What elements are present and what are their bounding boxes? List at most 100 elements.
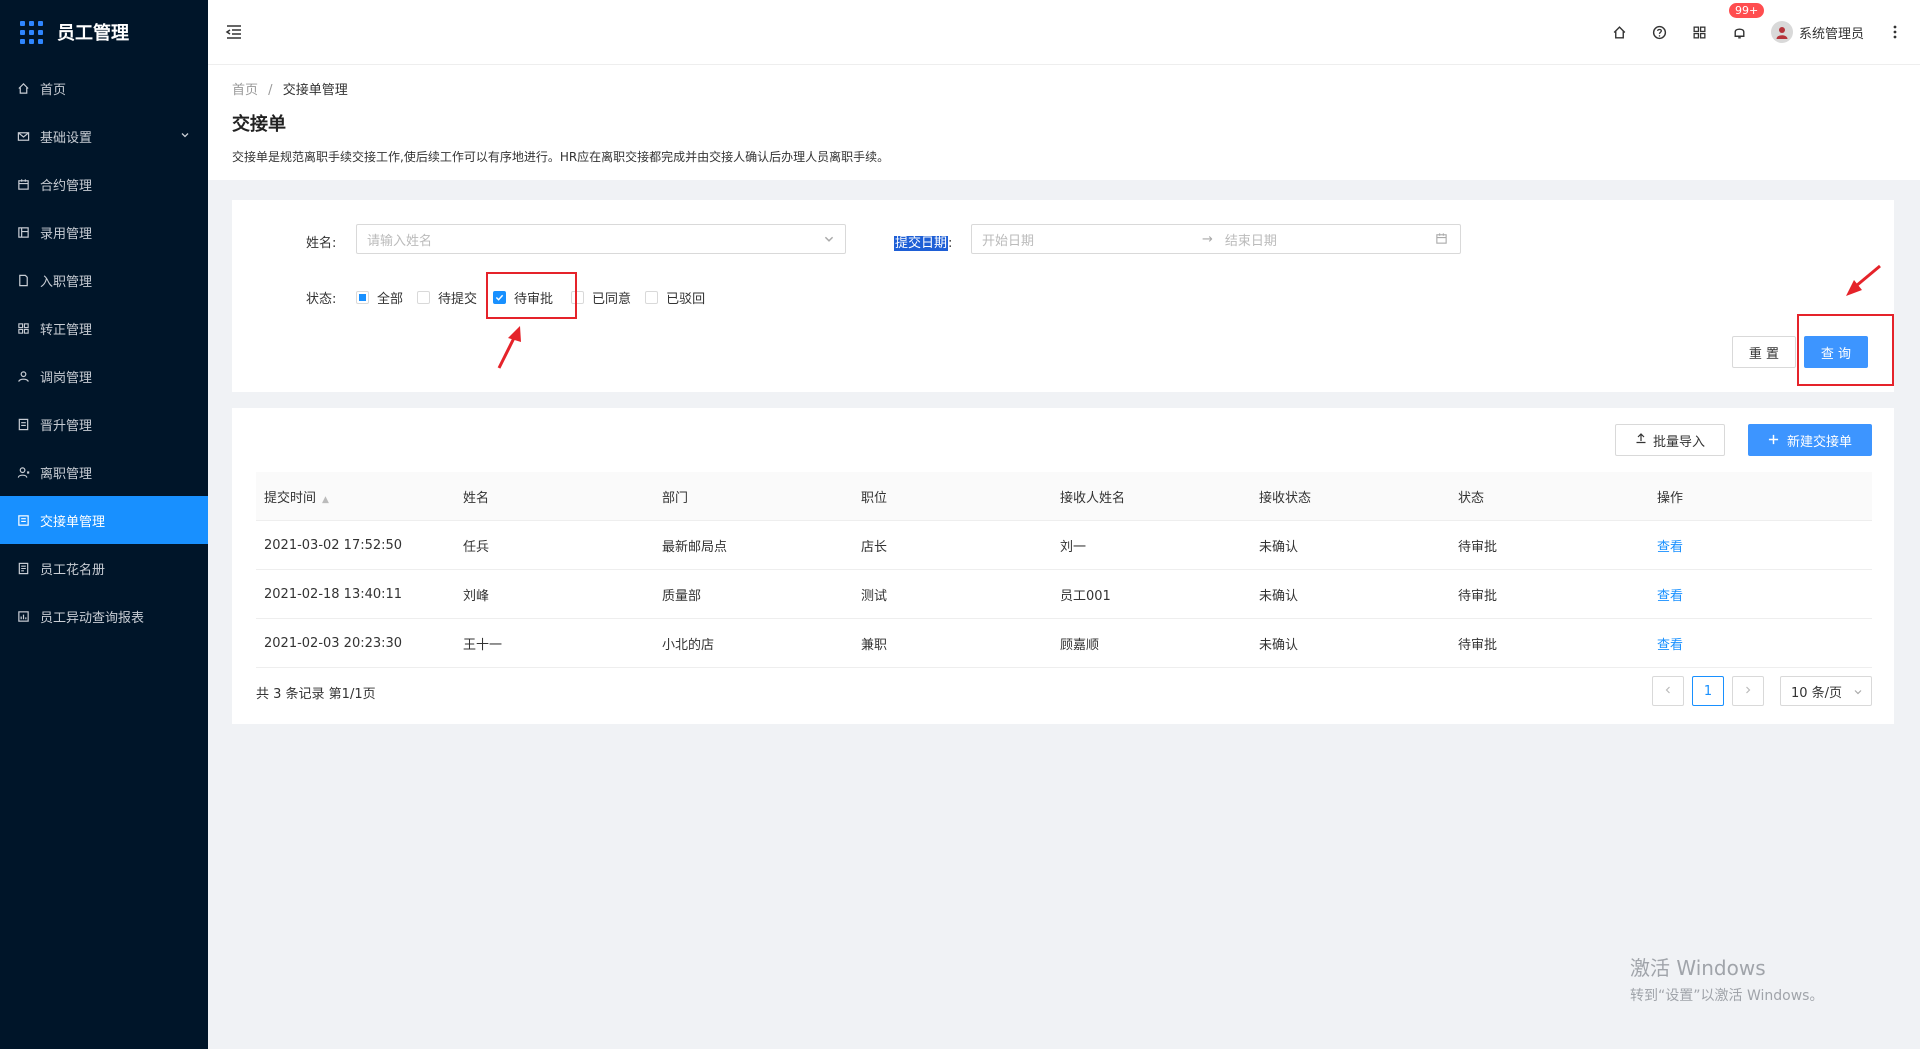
sidebar-item-transfer[interactable]: 调岗管理 — [0, 352, 208, 400]
date-arrow: → — [1202, 231, 1213, 247]
column-header-name: 姓名 — [455, 472, 654, 521]
windows-activation-watermark: 激活 Windows 转到“设置”以激活 Windows。 — [1630, 956, 1824, 1004]
grid-icon — [16, 321, 30, 335]
handover-list-panel: 批量导入 新建交接单 提交时间 ▲ 姓名 部门 职位 接收人姓名 接收状态 状态 … — [232, 408, 1894, 724]
table-row: 2021-02-03 20:23:30 王十一 小北的店 兼职 顾嘉顺 未确认 … — [256, 618, 1872, 668]
sidebar-item-contract[interactable]: 合约管理 — [0, 160, 208, 208]
user-icon — [16, 369, 30, 383]
date-range-picker[interactable]: 开始日期 → 结束日期 — [971, 224, 1461, 254]
sidebar-item-promotion[interactable]: 晋升管理 — [0, 400, 208, 448]
status-label: 状态: — [306, 292, 337, 307]
new-handover-button[interactable]: 新建交接单 — [1748, 424, 1872, 456]
notification-badge: 99+ — [1728, 3, 1765, 18]
column-header-receive-status: 接收状态 — [1251, 472, 1450, 521]
checkbox-empty-icon — [645, 291, 659, 304]
header-actions: 99+ 系统管理员 — [1611, 0, 1904, 64]
sidebar-item-resignation[interactable]: 离职管理 — [0, 448, 208, 496]
annotation-highlight-box — [486, 272, 577, 319]
annotation-arrow-icon — [497, 326, 521, 369]
checkbox-empty-icon — [417, 291, 431, 304]
chevron-down-icon — [823, 233, 835, 249]
column-header-status: 状态 — [1450, 472, 1649, 521]
sidebar-item-roster[interactable]: 员工花名册 — [0, 544, 208, 592]
upload-icon — [1635, 432, 1647, 448]
view-link[interactable]: 查看 — [1649, 569, 1872, 619]
user-leave-icon — [16, 465, 30, 479]
sidebar-item-basic-settings[interactable]: 基础设置 — [0, 112, 208, 160]
table-row: 2021-03-02 17:52:50 任兵 最新邮局点 店长 刘一 未确认 待… — [256, 520, 1872, 570]
sidebar-item-regularization[interactable]: 转正管理 — [0, 304, 208, 352]
annotation-arrow-icon — [1846, 264, 1881, 296]
annotation-highlight-box — [1797, 314, 1894, 386]
user-name: 系统管理员 — [1798, 26, 1864, 42]
bell-icon[interactable]: 99+ — [1728, 3, 1765, 41]
column-header-submit-time[interactable]: 提交时间 ▲ — [256, 472, 455, 521]
report-icon — [16, 609, 30, 623]
file-icon — [16, 273, 30, 287]
name-input[interactable]: 请输入姓名 — [356, 224, 846, 254]
sidebar-item-change-report[interactable]: 员工异动查询报表 — [0, 592, 208, 640]
calendar-icon — [16, 177, 30, 191]
chevron-left-icon — [1663, 684, 1673, 699]
sort-icon[interactable]: ▲ — [322, 495, 329, 505]
pagination-total: 共 3 条记录 第1/1页 — [256, 687, 376, 702]
filter-panel: 姓名: 请输入姓名 提交日期: 开始日期 → 结束日期 状态: 全部 待提交 待… — [232, 200, 1894, 392]
breadcrumb: 首页 / 交接单管理 — [232, 79, 1920, 98]
help-icon[interactable] — [1651, 23, 1669, 41]
name-label: 姓名: — [306, 236, 337, 251]
column-header-position: 职位 — [853, 472, 1052, 521]
reset-button[interactable]: 重 置 — [1732, 336, 1796, 368]
page-number-button[interactable]: 1 — [1692, 676, 1724, 706]
sidebar-item-home[interactable]: 首页 — [0, 64, 208, 112]
column-header-department: 部门 — [654, 472, 853, 521]
roster-icon — [16, 561, 30, 575]
view-link[interactable]: 查看 — [1649, 618, 1872, 668]
table-row: 2021-02-18 13:40:11 刘峰 质量部 测试 员工001 未确认 … — [256, 569, 1872, 619]
more-vertical-icon[interactable] — [1886, 23, 1904, 41]
sidebar: 员工管理 首页 基础设置 合约管理 录用管理 入职管理 转正管理 调岗管理 晋升… — [0, 0, 208, 1049]
table-header-row: 提交时间 ▲ 姓名 部门 职位 接收人姓名 接收状态 状态 操作 — [256, 472, 1872, 521]
avatar — [1770, 21, 1793, 43]
status-checkbox-pending-submit[interactable]: 待提交 — [417, 288, 477, 307]
breadcrumb-home[interactable]: 首页 — [232, 83, 258, 98]
layout-icon — [16, 225, 30, 239]
batch-import-button[interactable]: 批量导入 — [1615, 424, 1725, 456]
status-checkbox-approved[interactable]: 已同意 — [571, 288, 631, 307]
page-header: 首页 / 交接单管理 交接单 交接单是规范离职手续交接工作,使后续工作可以有序地… — [208, 65, 1920, 180]
page-title: 交接单 — [232, 114, 286, 135]
home-icon — [16, 81, 30, 95]
breadcrumb-current: 交接单管理 — [282, 83, 348, 98]
end-date-input[interactable]: 结束日期 — [1225, 230, 1277, 249]
breadcrumb-separator: / — [268, 83, 273, 98]
checkbox-indeterminate-icon — [356, 291, 369, 304]
chevron-right-icon — [1743, 684, 1753, 699]
apps-icon[interactable] — [1691, 23, 1709, 41]
doc-icon — [16, 417, 30, 431]
view-link[interactable]: 查看 — [1649, 520, 1872, 570]
app-title: 员工管理 — [57, 23, 129, 44]
form-icon — [16, 513, 30, 527]
apps-grid-icon — [20, 20, 43, 44]
column-header-receiver: 接收人姓名 — [1052, 472, 1251, 521]
mail-icon — [16, 129, 30, 143]
status-checkbox-rejected[interactable]: 已驳回 — [645, 288, 705, 307]
menu-fold-icon[interactable] — [224, 22, 244, 46]
sidebar-item-hiring[interactable]: 录用管理 — [0, 208, 208, 256]
sidebar-item-onboarding[interactable]: 入职管理 — [0, 256, 208, 304]
home-icon[interactable] — [1611, 23, 1629, 41]
start-date-input[interactable]: 开始日期 — [982, 230, 1202, 249]
page-description: 交接单是规范离职手续交接工作,使后续工作可以有序地进行。HR应在离职交接都完成并… — [232, 150, 890, 164]
page-size-select[interactable]: 10 条/页 — [1780, 676, 1872, 706]
chevron-down-icon — [1853, 686, 1863, 701]
sidebar-item-handover[interactable]: 交接单管理 — [0, 496, 208, 544]
user-menu[interactable]: 系统管理员 — [1770, 21, 1864, 43]
top-header: 99+ 系统管理员 — [208, 0, 1920, 65]
prev-page-button[interactable] — [1652, 676, 1684, 706]
calendar-icon — [1435, 232, 1448, 249]
app-logo[interactable]: 员工管理 — [0, 0, 208, 64]
status-checkbox-all[interactable]: 全部 — [356, 288, 403, 307]
submit-date-label: 提交日期: — [894, 236, 953, 251]
next-page-button[interactable] — [1732, 676, 1764, 706]
handover-table: 提交时间 ▲ 姓名 部门 职位 接收人姓名 接收状态 状态 操作 2021-03-… — [256, 472, 1872, 668]
column-header-actions: 操作 — [1649, 472, 1872, 521]
